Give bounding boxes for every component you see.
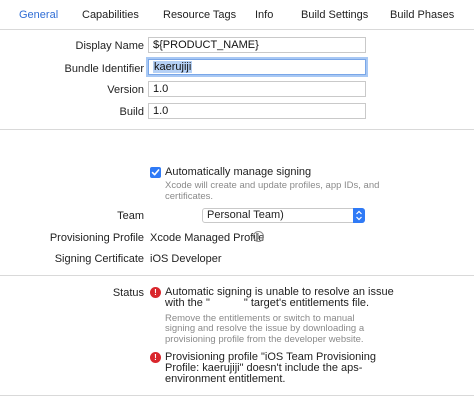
tab-capabilities[interactable]: Capabilities <box>82 9 139 21</box>
bundle-identifier-field[interactable]: kaerujiji <box>148 59 366 75</box>
tab-build-settings[interactable]: Build Settings <box>301 9 368 21</box>
auto-manage-help-line-1: Xcode will create and update profiles, a… <box>165 180 380 191</box>
error-1-help-line-2: signing and resolve the issue by downloa… <box>165 323 365 334</box>
status-label: Status <box>112 287 144 299</box>
tab-resource-tags[interactable]: Resource Tags <box>163 9 236 21</box>
tab-general[interactable]: General <box>19 9 58 21</box>
error-1-line-2: with the " " target's entitlements file. <box>165 298 369 309</box>
error-1-line-2-end: " target's entitlements file. <box>243 297 370 309</box>
display-name-label: Display Name <box>75 40 144 52</box>
provisioning-profile-label: Provisioning Profile <box>49 232 144 244</box>
checkmark-icon <box>151 169 160 176</box>
popup-arrows-icon <box>353 208 365 223</box>
version-label: Version <box>107 84 144 96</box>
auto-manage-help-line-2: certificates. <box>165 191 214 202</box>
team-popup[interactable]: Personal Team) <box>202 208 365 223</box>
section-divider <box>0 275 474 276</box>
bundle-identifier-value: kaerujiji <box>153 61 193 73</box>
section-divider <box>0 129 474 130</box>
version-field[interactable]: 1.0 <box>148 81 366 97</box>
error-2-line-3: environment entitlement. <box>165 373 286 385</box>
signing-certificate-value: iOS Developer <box>150 253 222 265</box>
error-1-help-line-3: provisioning profile from the developer … <box>165 334 364 345</box>
error-icon: ! <box>150 287 161 298</box>
build-field[interactable]: 1.0 <box>148 103 366 119</box>
auto-manage-signing-checkbox[interactable] <box>150 167 161 178</box>
info-icon[interactable]: i <box>253 231 264 242</box>
tab-build-phases[interactable]: Build Phases <box>390 9 454 21</box>
tab-info[interactable]: Info <box>255 9 273 21</box>
error-1-line-2-start: with the " <box>165 297 210 309</box>
team-value: Personal Team) <box>207 209 284 221</box>
signing-certificate-label: Signing Certificate <box>54 253 144 265</box>
display-name-field[interactable]: ${PRODUCT_NAME} <box>148 37 366 53</box>
editor-tab-bar: General Capabilities Resource Tags Info … <box>0 0 474 30</box>
build-label: Build <box>119 106 144 118</box>
team-label: Team <box>117 210 144 222</box>
auto-manage-signing-label[interactable]: Automatically manage signing <box>165 166 311 178</box>
provisioning-profile-value: Xcode Managed Profile <box>150 232 265 244</box>
error-icon: ! <box>150 352 161 363</box>
bundle-identifier-label: Bundle Identifier <box>64 63 145 75</box>
section-divider <box>0 395 474 396</box>
